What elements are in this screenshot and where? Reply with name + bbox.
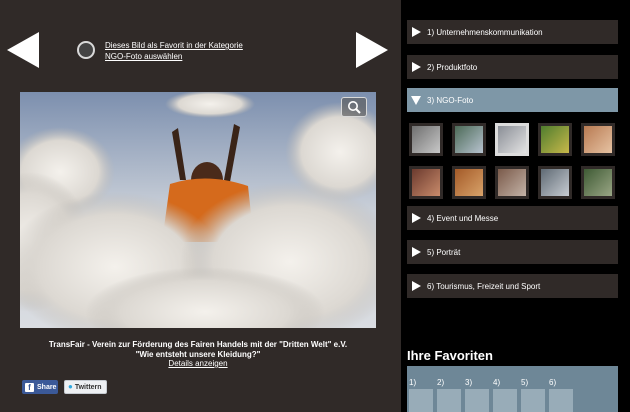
expand-arrow-icon (412, 281, 421, 291)
favorite-select-link[interactable]: Dieses Bild als Favorit in der Kategorie… (105, 40, 243, 62)
previous-image-arrow-icon[interactable] (7, 32, 39, 68)
thumbnail-image (541, 169, 569, 196)
tweet-label: Twittern (74, 383, 102, 391)
photo-organization-caption: TransFair - Verein zur Förderung des Fai… (48, 340, 348, 349)
zoom-button[interactable] (341, 97, 367, 117)
share-label: Share (37, 383, 57, 391)
twitter-tweet-button[interactable]: ● Twittern (64, 380, 107, 394)
favorite-slot-label: 6) (549, 378, 557, 387)
expand-arrow-icon (412, 247, 421, 257)
facebook-share-button[interactable]: f Share (22, 380, 58, 394)
favorite-slot[interactable] (549, 389, 573, 412)
favorite-slot[interactable] (409, 389, 433, 412)
facebook-icon: f (25, 382, 34, 392)
favorite-text-line2: NGO-Foto auswählen (105, 52, 183, 61)
category-item-4[interactable]: 4) Event und Messe (407, 206, 618, 230)
photo-scene-graphic (20, 92, 376, 328)
favorite-text-line1: Dieses Bild als Favorit in der Kategorie (105, 41, 243, 50)
favorite-slot[interactable] (437, 389, 461, 412)
thumbnail[interactable] (409, 166, 443, 199)
category-item-6[interactable]: 6) Tourismus, Freizeit und Sport (407, 274, 618, 298)
thumbnail[interactable] (452, 123, 486, 156)
thumbnail-image (412, 126, 440, 153)
thumbnail-grid (409, 123, 621, 203)
next-image-arrow-icon[interactable] (356, 32, 388, 68)
favorite-slot-label: 5) (521, 378, 529, 387)
main-photo (20, 92, 376, 328)
expand-arrow-icon (412, 27, 421, 37)
thumbnail[interactable] (452, 166, 486, 199)
favorite-radio-button[interactable] (77, 41, 95, 59)
favorite-slot-label: 3) (465, 378, 473, 387)
thumbnail-image (584, 126, 612, 153)
thumbnail-image (455, 169, 483, 196)
thumbnail-image (498, 169, 526, 196)
thumbnail[interactable] (581, 166, 615, 199)
favorite-slot-label: 1) (409, 378, 417, 387)
category-item-5[interactable]: 5) Porträt (407, 240, 618, 264)
favorite-slot-label: 2) (437, 378, 445, 387)
category-label: 5) Porträt (427, 247, 461, 257)
thumbnail-image (412, 169, 440, 196)
category-label: 1) Unternehmenskommunikation (427, 27, 543, 37)
thumbnail-selected[interactable] (495, 123, 529, 156)
magnifier-icon (348, 101, 361, 114)
thumbnail[interactable] (538, 123, 572, 156)
expand-arrow-icon (412, 213, 421, 223)
category-label: 2) Produktfoto (427, 62, 478, 72)
thumbnail-image (455, 126, 483, 153)
thumbnail[interactable] (409, 123, 443, 156)
favorite-slot[interactable] (465, 389, 489, 412)
thumbnail[interactable] (581, 123, 615, 156)
collapse-arrow-icon (411, 95, 421, 105)
category-label: 6) Tourismus, Freizeit und Sport (427, 281, 541, 291)
thumbnail-image (584, 169, 612, 196)
thumbnail-image (541, 126, 569, 153)
favorite-slot[interactable] (521, 389, 545, 412)
favorite-slot-label: 4) (493, 378, 501, 387)
category-label: 3) NGO-Foto (427, 95, 474, 105)
thumbnail[interactable] (538, 166, 572, 199)
details-link[interactable]: Details anzeigen (20, 359, 376, 369)
twitter-bird-icon: ● (68, 382, 73, 391)
favorite-slot[interactable] (493, 389, 517, 412)
thumbnail-image (498, 126, 526, 153)
thumbnail[interactable] (495, 166, 529, 199)
category-label: 4) Event und Messe (427, 213, 499, 223)
category-item-3[interactable]: 3) NGO-Foto (407, 88, 618, 112)
favorites-heading: Ihre Favoriten (407, 348, 493, 363)
category-item-2[interactable]: 2) Produktfoto (407, 55, 618, 79)
category-item-1[interactable]: 1) Unternehmenskommunikation (407, 20, 618, 44)
expand-arrow-icon (412, 62, 421, 72)
